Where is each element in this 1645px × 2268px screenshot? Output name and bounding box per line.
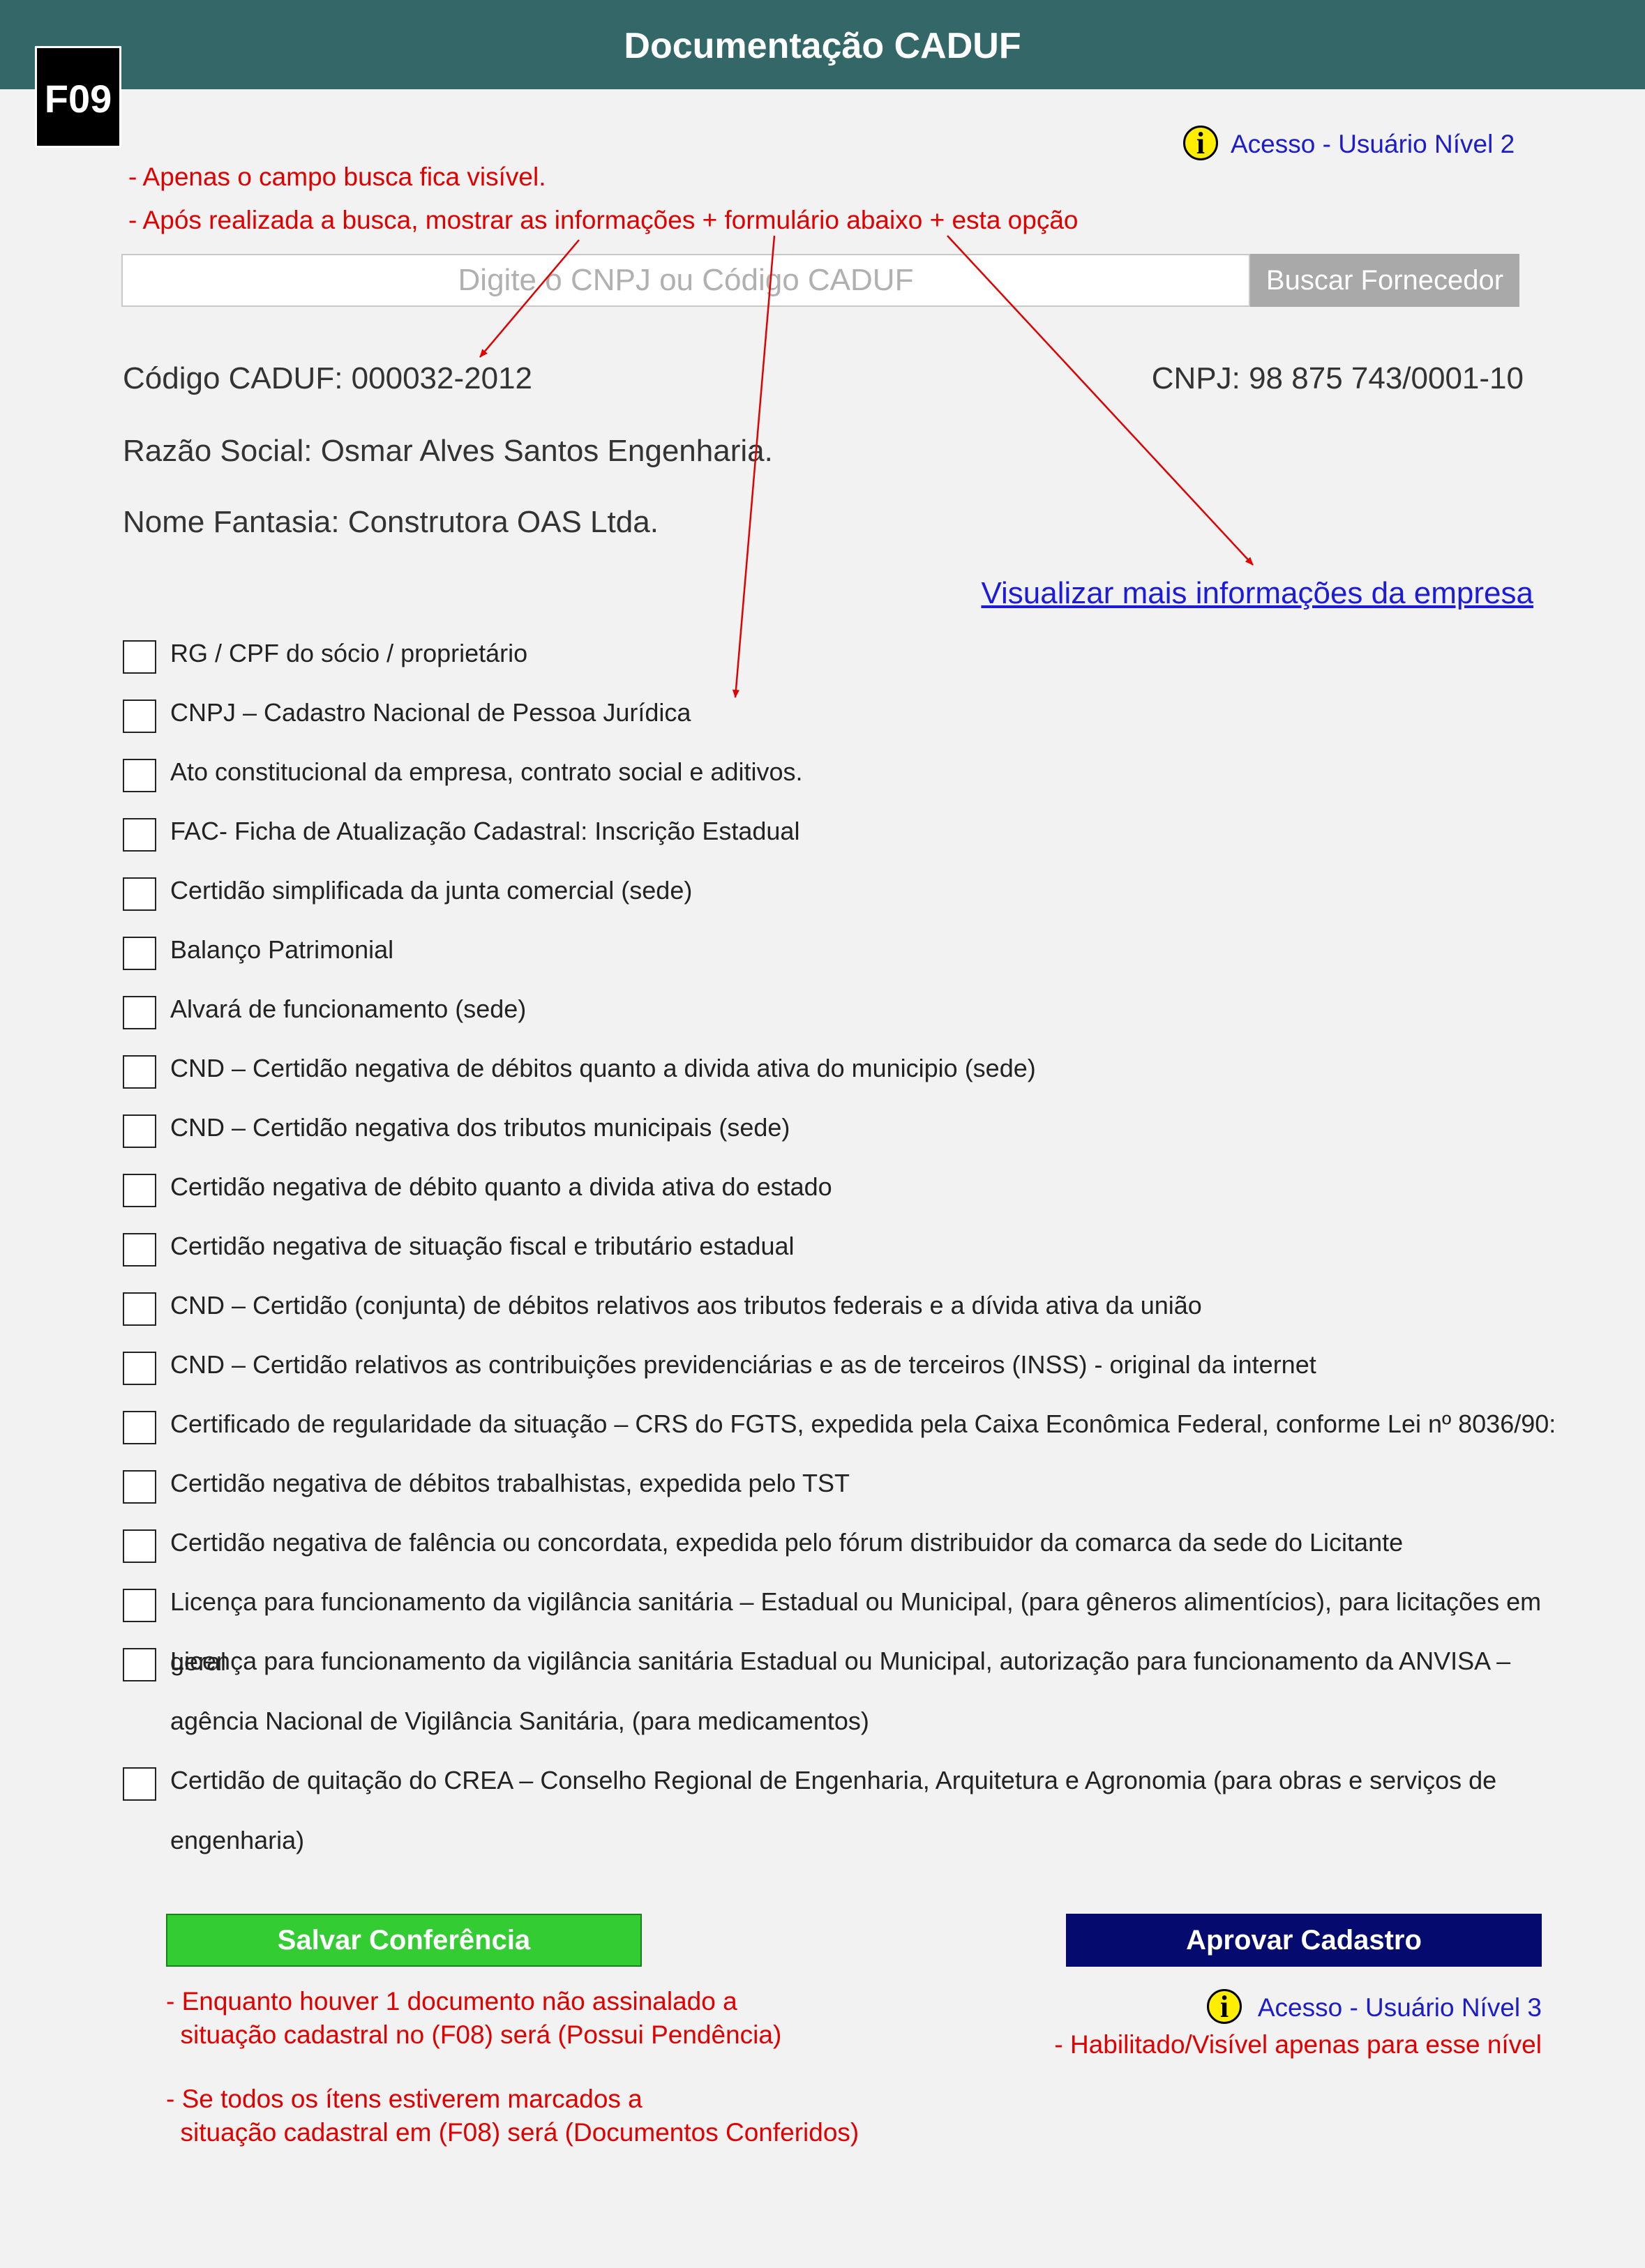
document-label: Certidão simplificada da junta comercial…	[170, 876, 693, 905]
access-level-label: Acesso - Usuário Nível 3	[1257, 1993, 1542, 2022]
document-label: CND – Certidão negativa dos tributos mun…	[170, 1113, 790, 1142]
company-trade-name: Nome Fantasia: Construtora OAS Ltda.	[123, 505, 659, 539]
document-label: Ato constitucional da empresa, contrato …	[170, 757, 803, 786]
document-checkbox[interactable]	[123, 1055, 156, 1089]
document-checkbox[interactable]	[123, 1411, 156, 1444]
document-checkbox[interactable]	[123, 1648, 156, 1681]
document-label: Certidão negativa de falência ou concord…	[170, 1528, 1404, 1557]
save-annotation-note: - Se todos os ítens estiverem marcados a…	[166, 2085, 859, 2147]
document-label: Certidão de quitação do CREA – Conselho …	[170, 1766, 1497, 1854]
document-checkbox[interactable]	[123, 1470, 156, 1504]
document-checkbox[interactable]	[123, 1174, 156, 1207]
document-label: CND – Certidão negativa de débitos quant…	[170, 1054, 1036, 1082]
document-label: CNPJ – Cadastro Nacional de Pessoa Juríd…	[170, 698, 691, 727]
document-checkbox[interactable]	[123, 1292, 156, 1326]
more-company-info-link[interactable]: Visualizar mais informações da empresa	[981, 576, 1533, 611]
document-checkbox[interactable]	[123, 1589, 156, 1622]
save-check-button[interactable]: Salvar Conferência	[166, 1914, 642, 1967]
document-label: Certidão negativa de situação fiscal e t…	[170, 1232, 795, 1260]
access-level-label: Acesso - Usuário Nível 2	[1231, 130, 1515, 158]
annotation-note: - Após realizada a busca, mostrar as inf…	[128, 206, 1079, 234]
save-annotation-note: - Enquanto houver 1 documento não assina…	[166, 1987, 782, 2049]
document-label: FAC- Ficha de Atualização Cadastral: Ins…	[170, 817, 800, 845]
document-label: CND – Certidão relativos as contribuiçõe…	[170, 1350, 1316, 1379]
document-checkbox[interactable]	[123, 877, 156, 911]
document-checkbox[interactable]	[123, 1114, 156, 1148]
document-checkbox[interactable]	[123, 1352, 156, 1385]
approve-registration-button[interactable]: Aprovar Cadastro	[1066, 1914, 1542, 1967]
document-checkbox[interactable]	[123, 1767, 156, 1801]
info-icon: i	[1183, 126, 1218, 160]
document-checkbox[interactable]	[123, 937, 156, 970]
approve-annotation-note: - Habilitado/Visível apenas para esse ní…	[1054, 2030, 1542, 2059]
annotation-note: - Apenas o campo busca fica visível.	[128, 162, 546, 191]
search-input[interactable]: Digite o CNPJ ou Código CADUF	[121, 254, 1250, 307]
info-icon: i	[1207, 1989, 1242, 2024]
document-checkbox[interactable]	[123, 818, 156, 852]
document-checkbox[interactable]	[123, 1529, 156, 1563]
document-checkbox[interactable]	[123, 700, 156, 733]
document-checkbox[interactable]	[123, 996, 156, 1029]
search-supplier-button[interactable]: Buscar Fornecedor	[1250, 254, 1519, 307]
page-header: Documentação CADUF	[0, 0, 1645, 89]
cnpj-value: CNPJ: 98 875 743/0001-10	[1151, 361, 1524, 395]
caduf-code: Código CADUF: 000032-2012	[123, 361, 533, 395]
document-label: Certidão negativa de débitos trabalhista…	[170, 1469, 850, 1497]
search-placeholder: Digite o CNPJ ou Código CADUF	[458, 263, 914, 297]
document-label: RG / CPF do sócio / proprietário	[170, 639, 528, 667]
document-checkbox[interactable]	[123, 759, 156, 792]
document-label: CND – Certidão (conjunta) de débitos rel…	[170, 1291, 1202, 1320]
company-legal-name: Razão Social: Osmar Alves Santos Engenha…	[123, 434, 773, 468]
screen-id-badge: F09	[35, 46, 121, 148]
page-title: Documentação CADUF	[624, 26, 1021, 66]
document-checkbox[interactable]	[123, 1233, 156, 1267]
document-label: Certificado de regularidade da situação …	[170, 1409, 1556, 1438]
document-label: Licença para funcionamento da vigilância…	[170, 1647, 1511, 1735]
document-checkbox[interactable]	[123, 640, 156, 674]
document-label: Balanço Patrimonial	[170, 935, 394, 964]
document-label: Alvará de funcionamento (sede)	[170, 995, 527, 1023]
document-label: Certidão negativa de débito quanto a div…	[170, 1172, 832, 1201]
